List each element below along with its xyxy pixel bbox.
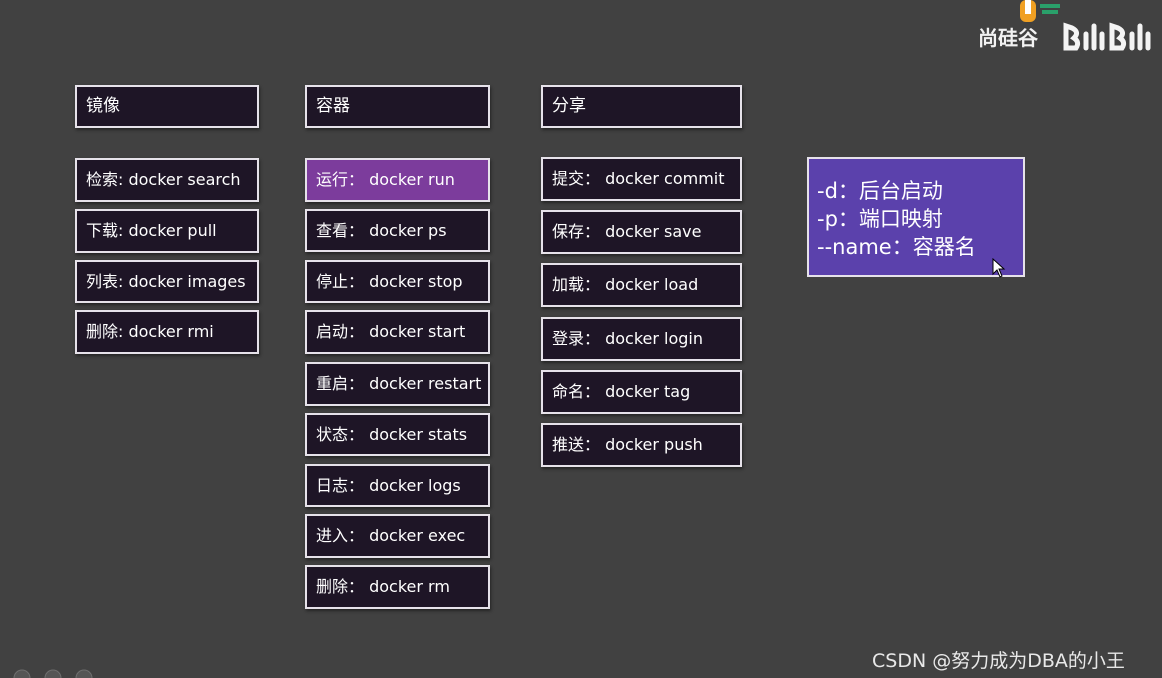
mouse-cursor-icon: [992, 258, 1006, 278]
option-detach: -d：后台启动: [817, 179, 943, 203]
slide-toolbar-icons: [13, 669, 93, 678]
container-cmd-ps[interactable]: 查看： docker ps: [305, 209, 490, 252]
slide: 尚硅谷 镜像 检索: docker search 下载: docker pull…: [0, 0, 1162, 678]
image-cmd-search[interactable]: 检索: docker search: [75, 158, 259, 202]
share-cmd-push[interactable]: 推送： docker push: [541, 423, 742, 467]
option-name: --name：容器名: [817, 235, 976, 259]
watermark: CSDN @努力成为DBA的小王: [872, 650, 1125, 672]
container-cmd-restart[interactable]: 重启： docker restart: [305, 362, 490, 406]
container-header: 容器: [305, 85, 490, 128]
atguigu-logo-icon: [1020, 0, 1060, 22]
share-header: 分享: [541, 85, 742, 128]
share-cmd-login[interactable]: 登录： docker login: [541, 317, 742, 361]
image-cmd-pull[interactable]: 下载: docker pull: [75, 209, 259, 253]
container-cmd-exec[interactable]: 进入： docker exec: [305, 514, 490, 558]
container-cmd-stop[interactable]: 停止： docker stop: [305, 260, 490, 303]
image-cmd-rmi[interactable]: 删除: docker rmi: [75, 310, 259, 354]
option-port: -p：端口映射: [817, 207, 943, 231]
container-cmd-rm[interactable]: 删除： docker rm: [305, 565, 490, 609]
share-cmd-commit[interactable]: 提交： docker commit: [541, 157, 742, 201]
container-cmd-stats[interactable]: 状态： docker stats: [305, 413, 490, 456]
container-cmd-run[interactable]: 运行： docker run: [305, 158, 490, 202]
bilibili-logo-icon: [1063, 22, 1151, 51]
share-cmd-load[interactable]: 加载： docker load: [541, 263, 742, 307]
share-cmd-save[interactable]: 保存： docker save: [541, 210, 742, 254]
container-cmd-start[interactable]: 启动： docker start: [305, 310, 490, 354]
image-cmd-images[interactable]: 列表: docker images: [75, 260, 259, 303]
image-header: 镜像: [75, 85, 259, 128]
container-cmd-logs[interactable]: 日志： docker logs: [305, 464, 490, 507]
share-cmd-tag[interactable]: 命名： docker tag: [541, 370, 742, 414]
